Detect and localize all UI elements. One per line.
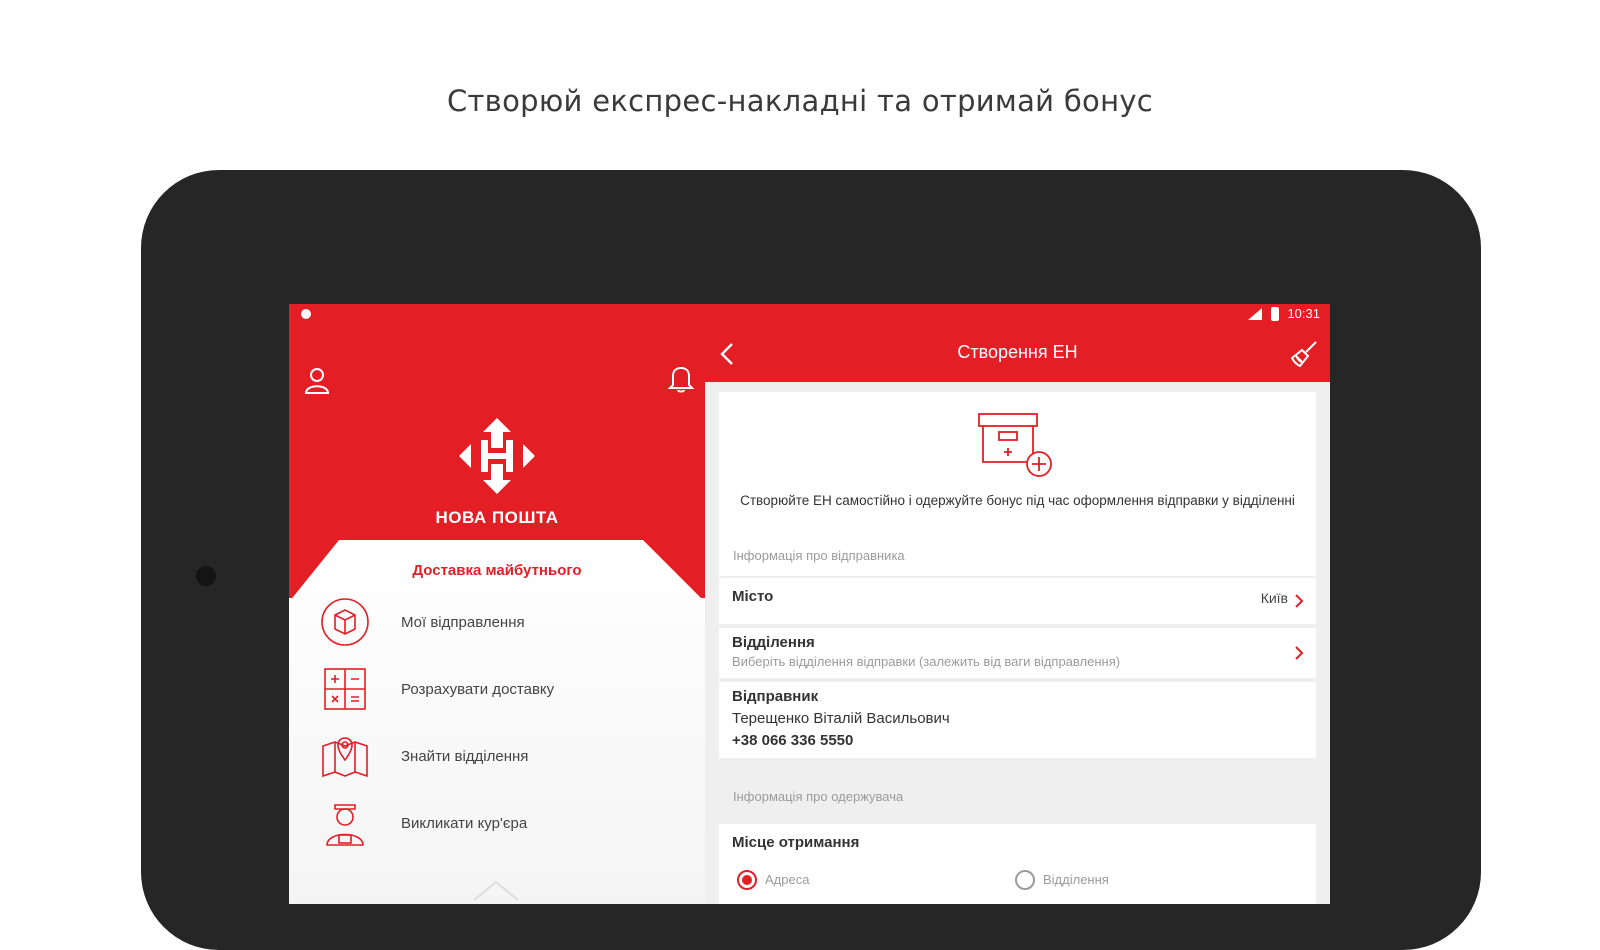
menu-item-label: Мої відправлення: [401, 613, 525, 631]
branch-field[interactable]: Відділення Виберіть відділення відправки…: [719, 628, 1316, 678]
branch-placeholder: Виберіть відділення відправки (залежить …: [732, 654, 1121, 669]
courier-icon: [326, 804, 364, 846]
nova-poshta-logo-icon: [459, 418, 535, 494]
branch-label: Відділення: [732, 634, 815, 651]
radio-address-label: Адреса: [765, 872, 810, 887]
parcel-icon: [321, 598, 369, 646]
recipient-section-caption: Інформація про одержувача: [733, 789, 904, 804]
menu-item-calculate-delivery[interactable]: Розрахувати доставку: [319, 661, 689, 717]
status-bar: 10:31: [289, 304, 1330, 326]
receive-place-field: Місце отримання Адреса Відділення: [719, 824, 1316, 904]
city-label: Місто: [732, 588, 774, 605]
menu-item-label: Розрахувати доставку: [401, 680, 555, 698]
user-profile-icon[interactable]: [301, 364, 333, 396]
sender-field[interactable]: Відправник Терещенко Віталій Васильович …: [719, 682, 1316, 758]
chevron-right-icon: [1295, 594, 1304, 608]
notification-dot-icon: [301, 309, 311, 319]
receive-place-label: Місце отримання: [732, 834, 860, 851]
side-navigation: НОВА ПОШТА Доставка майбутнього Мої відп…: [289, 326, 705, 904]
sender-label: Відправник: [732, 688, 819, 705]
menu-item-find-branch[interactable]: Знайти відділення: [319, 728, 689, 784]
app-screen: 10:31 НОВА ПОШТА Доставка майбутнього Мо…: [289, 304, 1330, 904]
calculator-icon: [324, 668, 366, 710]
menu-item-call-courier[interactable]: Викликати кур'єра: [319, 795, 689, 851]
sender-name: Терещенко Віталій Васильович: [732, 710, 950, 727]
intro-card: Створюйте ЕН самостійно і одержуйте бону…: [719, 392, 1316, 576]
brand-tagline: Доставка майбутнього: [412, 562, 582, 579]
signal-icon: [1248, 307, 1263, 320]
radio-address[interactable]: [737, 870, 757, 890]
map-pin-icon: [322, 737, 368, 778]
box-add-icon: [978, 413, 1052, 477]
menu-item-label: Викликати кур'єра: [401, 814, 528, 832]
app-bar: Створення ЕН: [705, 326, 1330, 382]
battery-icon: [1271, 306, 1280, 321]
bell-icon[interactable]: [665, 362, 697, 394]
intro-text: Створюйте ЕН самостійно і одержуйте бону…: [740, 493, 1295, 508]
chevron-right-icon: [1295, 646, 1304, 660]
camera-dot: [196, 566, 216, 586]
menu-item-my-shipments[interactable]: Мої відправлення: [319, 594, 689, 650]
create-waybill-form: Створюйте ЕН самостійно і одержуйте бону…: [705, 382, 1330, 904]
sender-section-caption: Інформація про відправника: [733, 548, 905, 563]
status-time: 10:31: [1287, 306, 1320, 321]
clear-form-broom-icon[interactable]: [1288, 338, 1320, 370]
city-value: Київ: [1260, 590, 1288, 606]
promo-headline: Створюй експрес-накладні та отримай бону…: [446, 84, 1154, 118]
brand-name: НОВА ПОШТА: [435, 508, 559, 527]
radio-branch[interactable]: [1015, 870, 1035, 890]
screen-title: Створення ЕН: [957, 342, 1078, 362]
chevron-up-icon[interactable]: [472, 880, 520, 902]
sender-phone: +38 066 336 5550: [732, 732, 854, 749]
radio-branch-label: Відділення: [1043, 872, 1109, 887]
menu-item-label: Знайти відділення: [401, 747, 529, 765]
city-field[interactable]: Місто Київ: [719, 578, 1316, 624]
